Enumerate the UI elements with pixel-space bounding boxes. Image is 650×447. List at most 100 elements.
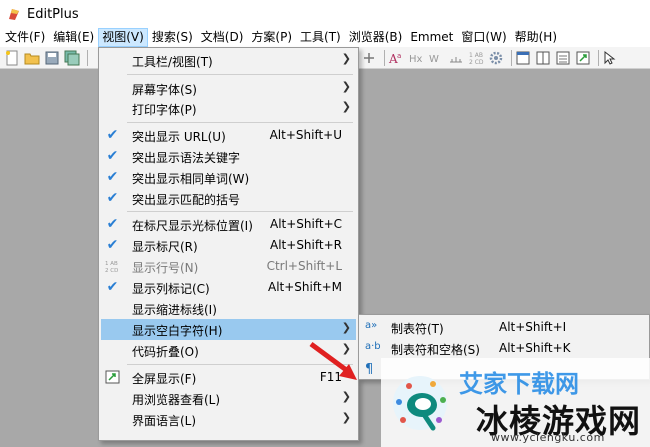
menu-separator <box>127 122 353 123</box>
menu-item-shortcut: Alt+Shift+C <box>269 217 342 231</box>
menu-item-shortcut: Alt+Shift+U <box>269 128 342 142</box>
menu-item-label: 显示行号(N) <box>132 261 199 275</box>
menu-item-highlight-url[interactable]: ✔ 突出显示 URL(U) Alt+Shift+U <box>101 125 356 146</box>
menu-item-print-font[interactable]: 打印字体(P) ❯ <box>101 98 356 119</box>
svg-text:a: a <box>397 52 401 60</box>
line-number-icon[interactable]: 1 AB 2 CD <box>468 50 484 66</box>
menu-item-show-ruler[interactable]: ✔ 显示标尺(R) Alt+Shift+R <box>101 235 356 256</box>
menu-item-ui-language[interactable]: 界面语言(L) ❯ <box>101 409 356 430</box>
toolbar-separator <box>511 49 512 66</box>
menu-item-label: 用浏览器查看(L) <box>132 393 221 407</box>
svg-text:1 AB: 1 AB <box>105 261 118 267</box>
window-list-icon[interactable] <box>555 50 571 66</box>
checkmark-icon: ✔ <box>106 127 119 143</box>
hex-icon[interactable]: Hx <box>408 50 424 66</box>
cursor-help-icon[interactable] <box>602 50 618 66</box>
save-all-icon[interactable] <box>64 50 80 66</box>
menu-item-screen-font[interactable]: 屏幕字体(S) ❯ <box>101 78 356 99</box>
menu-item-label: 代码折叠(O) <box>132 345 199 359</box>
menu-item-label: 突出显示 URL(U) <box>132 130 226 144</box>
font-icon[interactable]: Aa <box>388 50 404 66</box>
watermark-url: www.yclengku.com <box>491 431 605 444</box>
submenu-item-label: 制表符(T) <box>391 322 444 336</box>
submenu-item-tabs[interactable]: a» 制表符(T) Alt+Shift+I <box>361 317 649 338</box>
menu-document[interactable]: 文档(D) <box>197 28 248 47</box>
submenu-arrow-icon: ❯ <box>341 52 351 65</box>
goto-line-icon[interactable] <box>361 50 377 66</box>
open-folder-icon[interactable] <box>24 50 40 66</box>
menu-item-ruler-cursor[interactable]: ✔ 在标尺显示光标位置(I) Alt+Shift+C <box>101 214 356 235</box>
menu-item-label: 突出显示语法关键字 <box>132 151 241 165</box>
menu-item-label: 显示空白字符(H) <box>132 324 223 338</box>
menu-tools[interactable]: 工具(T) <box>296 28 345 47</box>
menu-window[interactable]: 窗口(W) <box>457 28 510 47</box>
editplus-logo-icon <box>7 7 21 21</box>
toolbar-separator <box>87 49 88 66</box>
menu-item-label: 突出显示匹配的括号 <box>132 193 241 207</box>
tab-marker-icon: a» <box>365 320 378 331</box>
submenu-arrow-icon: ❯ <box>341 80 351 93</box>
red-arrow-annotation <box>305 338 365 388</box>
menu-project[interactable]: 方案(P) <box>247 28 296 47</box>
watermark-top-text: 艾家下载网 <box>459 370 579 398</box>
toolbar-separator <box>384 49 385 66</box>
menu-separator <box>127 74 353 75</box>
window-tile-icon[interactable] <box>535 50 551 66</box>
checkmark-icon: ✔ <box>106 237 119 253</box>
wordwrap-icon[interactable]: W <box>428 50 444 66</box>
menu-item-toolbar-view[interactable]: 工具栏/视图(T) ❯ <box>101 50 356 71</box>
menu-separator <box>127 211 353 212</box>
submenu-arrow-icon: ❯ <box>341 411 351 424</box>
menu-item-whitespace[interactable]: 显示空白字符(H) ❯ <box>101 319 356 340</box>
menu-help[interactable]: 帮助(H) <box>511 28 561 47</box>
menu-item-label: 显示缩进标线(I) <box>132 303 217 317</box>
menu-item-label: 全屏显示(F) <box>132 372 197 386</box>
submenu-item-shortcut: Alt+Shift+I <box>499 320 567 334</box>
checkmark-icon: ✔ <box>106 216 119 232</box>
toolbar-separator <box>598 49 599 66</box>
menu-item-line-numbers[interactable]: 1 AB 2 CD 显示行号(N) Ctrl+Shift+L <box>101 256 356 277</box>
submenu-item-shortcut: Alt+Shift+K <box>499 341 571 355</box>
submenu-arrow-icon: ❯ <box>341 100 351 113</box>
submenu-item-label: 制表符和空格(S) <box>391 343 480 357</box>
line-number-icon: 1 AB 2 CD <box>105 259 121 274</box>
svg-text:2 CD: 2 CD <box>469 59 484 66</box>
checkmark-icon: ✔ <box>106 190 119 206</box>
menu-item-shortcut: Alt+Shift+R <box>270 238 342 252</box>
svg-text:W: W <box>429 54 439 65</box>
checkmark-icon: ✔ <box>106 169 119 185</box>
menu-item-shortcut: Ctrl+Shift+L <box>266 259 342 273</box>
fullscreen-icon[interactable] <box>575 50 591 66</box>
menu-edit[interactable]: 编辑(E) <box>49 28 98 47</box>
save-icon[interactable] <box>44 50 60 66</box>
window-cascade-icon[interactable] <box>515 50 531 66</box>
menu-item-indent-guides[interactable]: 显示缩进标线(I) <box>101 298 356 319</box>
menu-item-highlight-keywords[interactable]: ✔ 突出显示语法关键字 <box>101 146 356 167</box>
new-file-icon[interactable] <box>4 50 20 66</box>
menu-item-highlight-same-word[interactable]: ✔ 突出显示相同单词(W) <box>101 167 356 188</box>
menu-item-label: 工具栏/视图(T) <box>132 55 213 69</box>
menu-item-label: 打印字体(P) <box>132 103 197 117</box>
settings-gear-icon[interactable] <box>488 50 504 66</box>
menu-file[interactable]: 文件(F) <box>1 28 49 47</box>
submenu-arrow-icon: ❯ <box>341 390 351 403</box>
menu-item-label: 屏幕字体(S) <box>132 83 197 97</box>
svg-text:2 CD: 2 CD <box>105 268 118 274</box>
menu-item-highlight-brackets[interactable]: ✔ 突出显示匹配的括号 <box>101 188 356 209</box>
checkmark-icon: ✔ <box>106 148 119 164</box>
menu-item-label: 在标尺显示光标位置(I) <box>132 219 253 233</box>
submenu-arrow-icon: ❯ <box>341 321 351 334</box>
ruler-icon[interactable] <box>448 50 464 66</box>
window-title: EditPlus <box>27 6 79 22</box>
svg-text:1 AB: 1 AB <box>469 52 483 59</box>
submenu-item-tabs-spaces[interactable]: a·b 制表符和空格(S) Alt+Shift+K <box>361 338 649 359</box>
menu-view[interactable]: 视图(V) <box>98 28 148 47</box>
title-bar: EditPlus <box>0 0 650 28</box>
fullscreen-icon <box>105 370 121 385</box>
menu-search[interactable]: 搜索(S) <box>148 28 197 47</box>
menu-item-browser-view[interactable]: 用浏览器查看(L) ❯ <box>101 388 356 409</box>
watermark-logo <box>389 372 451 434</box>
menu-browser[interactable]: 浏览器(B) <box>345 28 407 47</box>
menu-emmet[interactable]: Emmet <box>406 28 457 47</box>
menu-item-column-marker[interactable]: ✔ 显示列标记(C) Alt+Shift+M <box>101 277 356 298</box>
